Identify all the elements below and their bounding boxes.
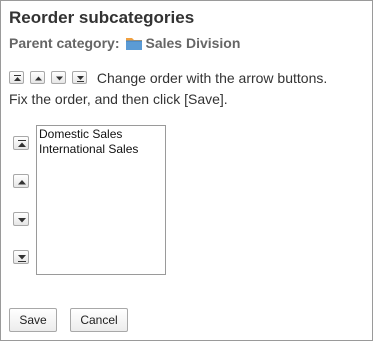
save-button[interactable]: Save — [9, 308, 57, 332]
move-up-icon — [30, 71, 45, 84]
parent-category-label: Parent category: — [9, 35, 120, 51]
parent-category-row: Parent category: Sales Division — [9, 35, 240, 51]
list-item[interactable]: Domestic Sales — [39, 127, 163, 142]
list-item[interactable]: International Sales — [39, 142, 163, 157]
move-to-top-icon — [9, 71, 24, 84]
move-down-icon — [51, 71, 66, 84]
instruction-text-2: Fix the order, and then click [Save]. — [9, 91, 228, 107]
move-to-bottom-icon — [72, 71, 87, 84]
move-to-top-button[interactable] — [13, 136, 29, 150]
subcategory-listbox[interactable]: Domestic Sales International Sales — [36, 125, 166, 275]
cancel-button[interactable]: Cancel — [70, 308, 128, 332]
parent-category-name: Sales Division — [145, 35, 241, 51]
instruction-icons — [9, 71, 93, 90]
page-title: Reorder subcategories — [9, 8, 195, 27]
instructions: Change order with the arrow buttons. Fix… — [9, 69, 369, 109]
move-down-button[interactable] — [13, 212, 29, 226]
reorder-dialog: Reorder subcategories Parent category: S… — [0, 0, 373, 341]
move-to-bottom-button[interactable] — [13, 250, 29, 264]
instruction-text-1: Change order with the arrow buttons. — [96, 70, 328, 86]
folder-icon — [125, 35, 143, 51]
move-up-button[interactable] — [13, 174, 29, 188]
